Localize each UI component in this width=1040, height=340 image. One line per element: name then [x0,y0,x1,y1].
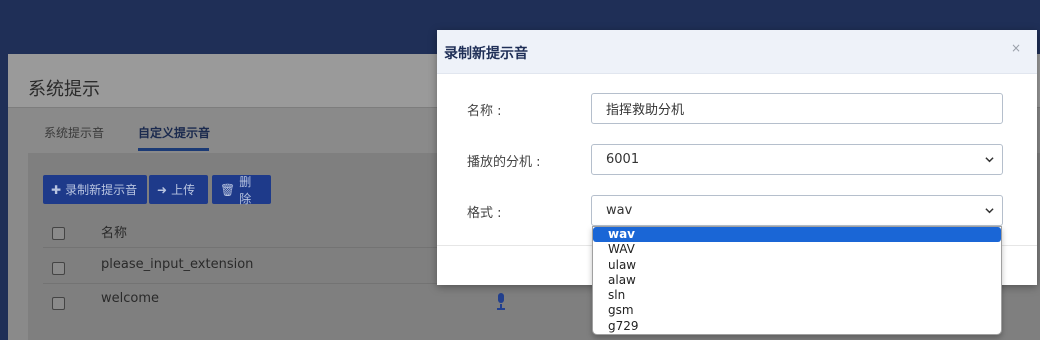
page-title: 系统提示 [28,79,100,100]
chevron-down-icon [985,157,994,163]
select-all-checkbox[interactable] [52,227,65,240]
upload-button[interactable]: ➜ 上传 [149,175,208,204]
tab-custom-prompts[interactable]: 自定义提示音 [138,124,210,141]
row-checkbox[interactable] [52,262,65,275]
format-label: 格式 : [467,206,502,221]
record-new-prompt-button[interactable]: ✚ 录制新提示音 [43,175,147,204]
row-divider [43,247,463,248]
extension-select[interactable]: 6001 [591,144,1003,175]
format-dropdown-list: wav WAV ulaw alaw sln gsm g729 [592,226,1002,335]
name-input-value: 指挥救助分机 [606,103,685,118]
record-button-label: 录制新提示音 [65,183,138,197]
row-name: welcome [101,291,160,306]
dialog-title: 录制新提示音 [444,46,528,62]
delete-button-label: 删除 [239,174,252,206]
sign-in-icon: ➜ [157,182,168,197]
dialog-header: 录制新提示音 × [437,30,1037,74]
format-select-value: wav [606,203,633,218]
format-option-g729[interactable]: g729 [593,319,1001,334]
name-label: 名称 : [467,104,502,119]
table-row: please_input_extension [43,251,463,281]
table-header: 名称 [43,215,463,245]
row-divider [43,283,463,284]
format-option-wav[interactable]: wav [593,227,1001,243]
microphone-icon[interactable] [496,293,506,310]
format-option-gsm[interactable]: gsm [593,303,1001,318]
chevron-down-icon [985,208,994,214]
plus-icon: ✚ [51,182,62,197]
extension-select-value: 6001 [606,152,640,167]
row-name: please_input_extension [101,257,254,272]
trash-icon: 🗑 [220,182,236,197]
format-option-WAV[interactable]: WAV [593,242,1001,257]
table-row: welcome [43,286,463,316]
extension-label: 播放的分机 : [467,155,541,170]
upload-button-label: 上传 [171,183,196,197]
close-icon[interactable]: × [1011,41,1021,55]
delete-button[interactable]: 🗑 删除 [212,174,271,206]
format-option-sln[interactable]: sln [593,288,1001,303]
name-input[interactable]: 指挥救助分机 [591,93,1003,124]
row-checkbox[interactable] [52,297,65,310]
format-select[interactable]: wav [591,195,1003,226]
format-option-ulaw[interactable]: ulaw [593,258,1001,273]
column-header-name: 名称 [101,226,128,241]
tab-system-prompts[interactable]: 系统提示音 [44,124,104,141]
format-option-alaw[interactable]: alaw [593,273,1001,288]
active-tab-indicator [138,148,209,151]
